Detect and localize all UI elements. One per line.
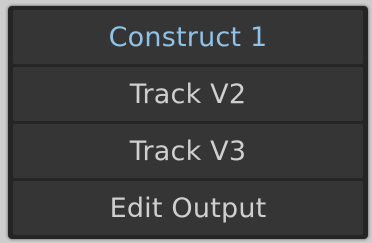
menu-item-track-v3[interactable]: Track V3	[13, 124, 363, 178]
menu-item-construct-1[interactable]: Construct 1	[13, 10, 363, 64]
dropdown-menu: Construct 1 Track V2 Track V3 Edit Outpu…	[8, 6, 368, 239]
menu-item-edit-output[interactable]: Edit Output	[13, 181, 363, 235]
menu-item-track-v2[interactable]: Track V2	[13, 67, 363, 121]
